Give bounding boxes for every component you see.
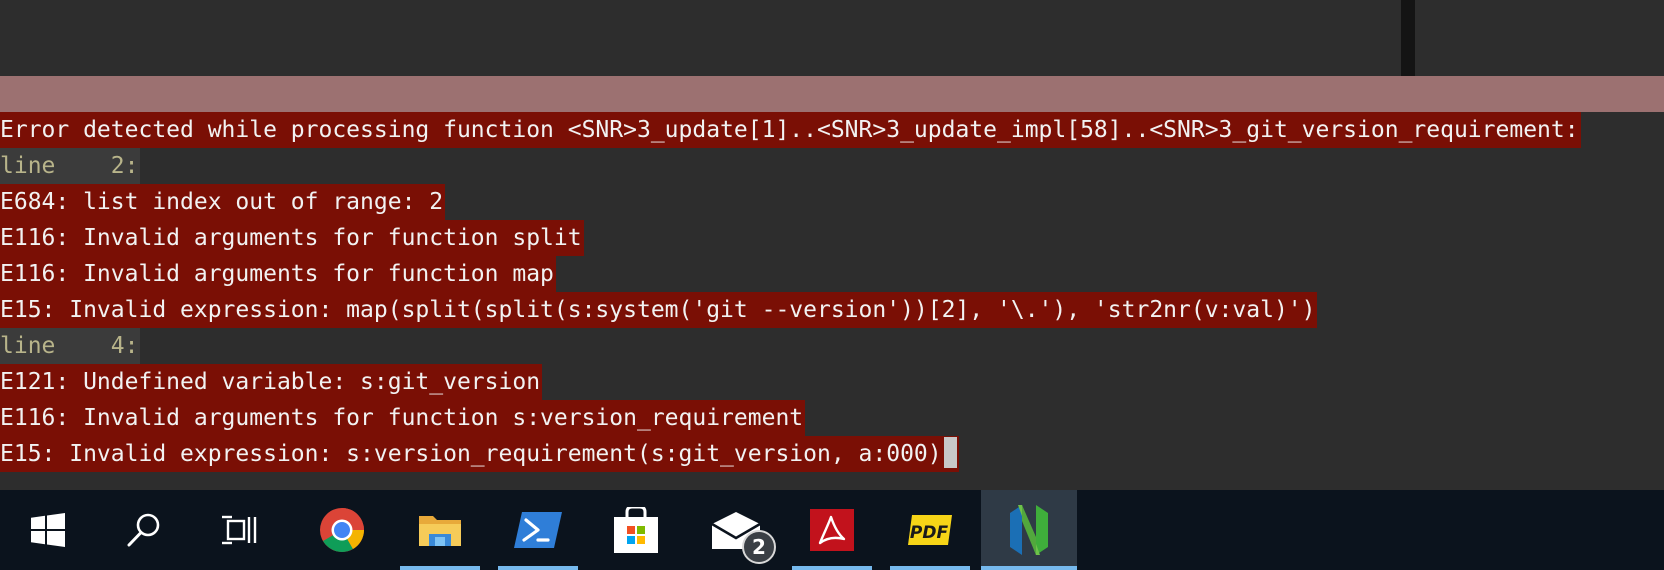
neovim-icon: [1010, 505, 1048, 555]
svg-text:PDF: PDF: [910, 523, 949, 543]
taskbar: 2 PDF: [0, 490, 1664, 570]
editor-top-area: [0, 0, 1664, 76]
error-message-line: E15: Invalid expression: map(split(split…: [0, 292, 1318, 328]
error-message-line: E684: list index out of range: 2: [0, 184, 446, 220]
neovim-app[interactable]: [981, 490, 1077, 570]
task-view-button[interactable]: [200, 490, 280, 570]
error-message-line: E116: Invalid arguments for function map: [0, 256, 556, 292]
line-number-label: line 2:: [0, 148, 141, 184]
task-view-icon: [222, 515, 257, 545]
powershell-app[interactable]: [498, 490, 578, 570]
store-bag-icon: [614, 507, 658, 553]
message-area: Error detected while processing function…: [0, 112, 1664, 490]
search-button[interactable]: [104, 490, 184, 570]
error-message-line: E116: Invalid arguments for function s:v…: [0, 400, 806, 436]
pdf-icon: PDF: [908, 515, 952, 545]
windows-logo-icon: [31, 513, 65, 547]
start-button[interactable]: [8, 490, 88, 570]
window-split-divider[interactable]: [1401, 0, 1415, 76]
error-message-line: E15: Invalid expression: s:version_requi…: [0, 436, 959, 472]
text-cursor: [943, 437, 957, 468]
chrome-app[interactable]: [302, 490, 382, 570]
error-message-line: E121: Undefined variable: s:git_version: [0, 364, 543, 400]
line-number-label: line 4:: [0, 328, 141, 364]
acrobat-icon: [810, 509, 854, 551]
error-message-line: E116: Invalid arguments for function spl…: [0, 220, 584, 256]
acrobat-app[interactable]: [792, 490, 872, 570]
pdf-app[interactable]: PDF: [890, 490, 970, 570]
file-explorer-app[interactable]: [400, 490, 480, 570]
search-icon: [127, 513, 160, 547]
powershell-icon: [514, 512, 562, 548]
chrome-icon: [320, 508, 364, 552]
error-message-line: Error detected while processing function…: [0, 112, 1581, 148]
folder-icon: [419, 516, 461, 546]
mail-app[interactable]: 2: [696, 490, 776, 570]
microsoft-store-app[interactable]: [596, 490, 676, 570]
status-line: [0, 76, 1664, 112]
unread-count-badge: 2: [742, 530, 776, 564]
